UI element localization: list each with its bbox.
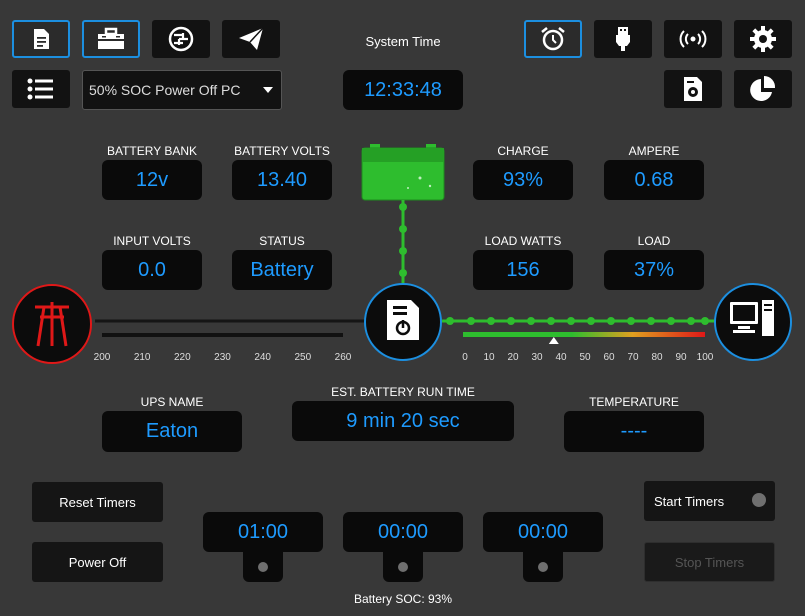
grid-power-node — [12, 284, 92, 364]
load-tick-label: 10 — [483, 352, 495, 363]
load-tick-label: 20 — [507, 352, 519, 363]
report-gear-icon — [684, 77, 702, 101]
ups-power-icon — [387, 300, 419, 340]
computer-icon — [730, 300, 774, 336]
power-off-button[interactable]: Power Off — [32, 542, 163, 582]
input-volts-tick-label: 220 — [173, 352, 191, 363]
timer-3-indicator[interactable] — [538, 562, 548, 572]
load-tick-label: 60 — [603, 352, 615, 363]
timer-1-indicator[interactable] — [258, 562, 268, 572]
load-marker — [548, 337, 559, 344]
load-tick-label: 80 — [651, 352, 663, 363]
menu-button[interactable] — [12, 70, 70, 108]
start-timers-indicator — [752, 493, 766, 507]
start-timers-label: Start Timers — [654, 493, 725, 509]
input-volts-tick-label: 250 — [294, 352, 312, 363]
system-time-label: System Time — [365, 34, 441, 49]
timer-1-value: 01:00 — [203, 512, 323, 552]
network-button[interactable] — [152, 20, 210, 58]
battery-soc-text: Battery SOC: 93% — [353, 592, 453, 606]
broadcast-button[interactable] — [664, 20, 722, 58]
battery-case-button[interactable] — [82, 20, 140, 58]
send-button[interactable] — [222, 20, 280, 58]
load-tick-label: 0 — [462, 352, 468, 363]
alarm-clock-icon — [541, 27, 565, 51]
input-volts-tick-label: 230 — [214, 352, 231, 363]
load-tick-label: 90 — [675, 352, 687, 363]
report-button[interactable] — [664, 70, 722, 108]
load-tick-label: 70 — [627, 352, 639, 363]
document-icon — [34, 29, 49, 49]
send-icon — [239, 27, 264, 50]
alarm-button[interactable] — [524, 20, 582, 58]
system-time-value: 12:33:48 — [343, 70, 463, 110]
timer-2-value: 00:00 — [343, 512, 463, 552]
ups-name-label: UPS NAME — [140, 395, 204, 409]
input-volts-tick-label: 200 — [93, 352, 111, 363]
mode-select[interactable]: 50% SOC Power Off PC — [82, 70, 282, 110]
computer-node — [714, 283, 792, 361]
pie-chart-button[interactable] — [734, 70, 792, 108]
load-tick-label: 100 — [696, 352, 714, 363]
temperature-label: TEMPERATURE — [589, 395, 679, 409]
ups-name-value: Eaton — [102, 411, 242, 452]
load-gradient-bar — [463, 332, 705, 337]
battery-graphic — [361, 144, 445, 201]
timer-3-value: 00:00 — [483, 512, 603, 552]
usb-plug-icon — [616, 27, 630, 51]
load-tick-label: 50 — [579, 352, 591, 363]
input-volts-tick-label: 210 — [133, 352, 151, 363]
pie-chart-icon — [750, 75, 776, 101]
reset-timers-button[interactable]: Reset Timers — [32, 482, 163, 522]
power-flow-diagram — [12, 144, 792, 364]
ups-node — [364, 283, 442, 361]
network-globe-icon — [168, 26, 194, 52]
list-icon — [27, 78, 53, 100]
document-button[interactable] — [12, 20, 70, 58]
input-volts-bar — [102, 333, 343, 337]
stop-timers-button[interactable]: Stop Timers — [644, 542, 775, 582]
usb-button[interactable] — [594, 20, 652, 58]
timer-2-indicator[interactable] — [398, 562, 408, 572]
broadcast-icon — [679, 30, 707, 48]
mode-select-value: 50% SOC Power Off PC — [89, 82, 241, 98]
chevron-down-icon — [263, 87, 273, 93]
load-tick-label: 30 — [531, 352, 543, 363]
temperature-value: ---- — [564, 411, 704, 452]
runtime-label: EST. BATTERY RUN TIME — [331, 385, 475, 399]
settings-button[interactable] — [734, 20, 792, 58]
battery-case-icon — [98, 27, 124, 49]
gear-icon — [750, 26, 776, 52]
input-volts-tick-label: 260 — [334, 352, 352, 363]
runtime-value: 9 min 20 sec — [292, 401, 514, 441]
input-volts-tick-label: 240 — [254, 352, 271, 363]
load-tick-label: 40 — [555, 352, 567, 363]
start-timers-button[interactable]: Start Timers — [644, 481, 775, 521]
